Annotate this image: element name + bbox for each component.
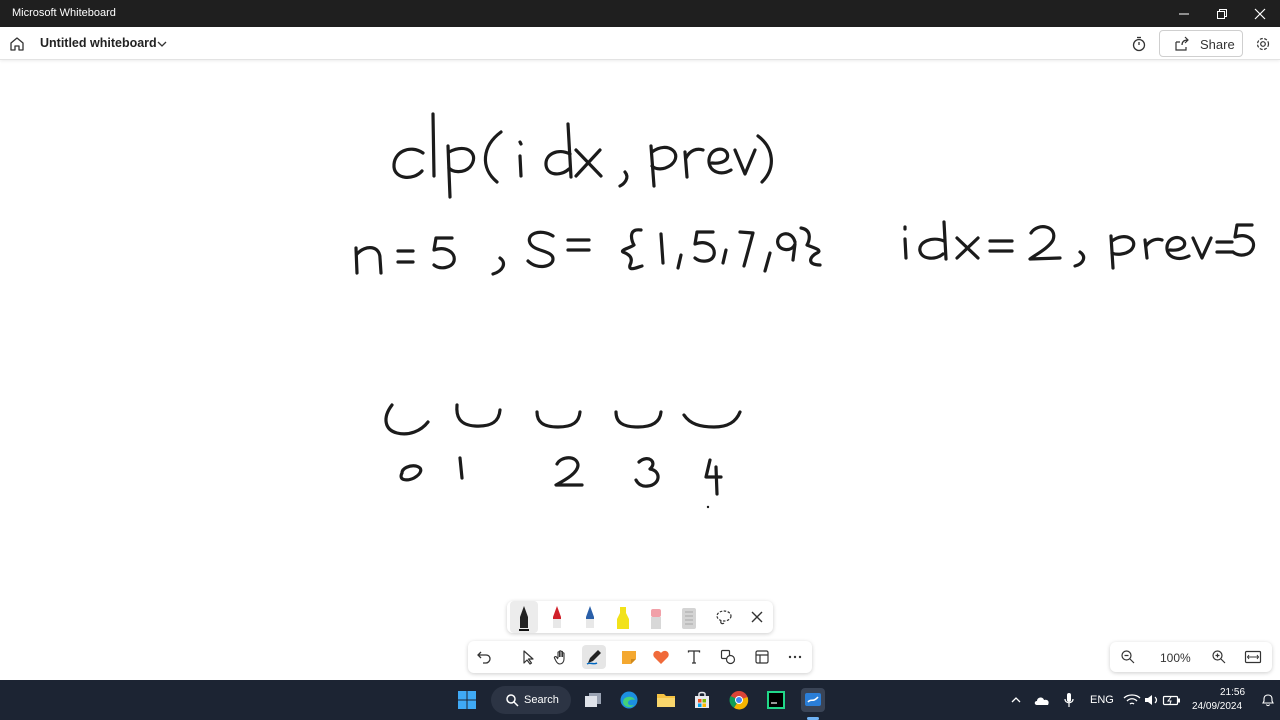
ink-layer xyxy=(354,112,1256,509)
microphone-icon[interactable] xyxy=(1057,688,1081,712)
eraser-tool[interactable] xyxy=(642,601,670,633)
blue-pen-tool[interactable] xyxy=(576,601,604,633)
more-icon[interactable] xyxy=(783,645,807,669)
window-title: Microsoft Whiteboard xyxy=(12,7,116,19)
chrome-icon[interactable] xyxy=(727,688,751,712)
ink-set-definition xyxy=(354,226,822,276)
zoom-in-icon[interactable] xyxy=(1211,649,1227,665)
cloud-icon[interactable] xyxy=(1030,688,1054,712)
chevron-down-icon[interactable] xyxy=(156,38,168,50)
zoom-out-icon[interactable] xyxy=(1120,649,1136,665)
whiteboard-canvas[interactable] xyxy=(0,60,1280,680)
ink-array-slots xyxy=(384,403,742,436)
pen-tray xyxy=(507,601,773,633)
reaction-icon[interactable] xyxy=(649,645,673,669)
fit-icon[interactable] xyxy=(1244,649,1262,665)
minimize-button[interactable] xyxy=(1164,0,1204,27)
clion-icon[interactable] xyxy=(764,688,788,712)
window-titlebar: Microsoft Whiteboard xyxy=(0,0,1280,27)
start-icon[interactable] xyxy=(455,688,479,712)
file-explorer-icon[interactable] xyxy=(654,688,678,712)
search-icon xyxy=(505,693,519,707)
close-window-button[interactable] xyxy=(1240,0,1280,27)
clock-date[interactable]: 24/09/2024 xyxy=(1192,701,1242,712)
taskbar-search[interactable]: Search xyxy=(491,686,571,714)
close-tray-icon[interactable] xyxy=(745,605,769,629)
chevron-up-icon[interactable] xyxy=(1004,688,1028,712)
red-pen-tool[interactable] xyxy=(543,601,571,633)
timer-icon[interactable] xyxy=(1130,35,1148,53)
ink-indices xyxy=(399,456,723,509)
clock-time[interactable]: 21:56 xyxy=(1220,687,1245,698)
share-label: Share xyxy=(1200,37,1235,52)
home-icon[interactable] xyxy=(8,35,26,53)
zoom-level: 100% xyxy=(1160,651,1191,665)
taskbar: Search ENG 21:56 24/09/2024 xyxy=(0,680,1280,720)
lasso-icon[interactable] xyxy=(712,605,736,629)
text-icon[interactable] xyxy=(682,645,706,669)
battery-icon[interactable] xyxy=(1160,688,1184,712)
document-title[interactable]: Untitled whiteboard xyxy=(40,36,157,50)
pen-icon[interactable] xyxy=(582,645,606,669)
ink-parameters xyxy=(903,220,1256,270)
app-header: Untitled whiteboard Share xyxy=(0,27,1280,60)
language-indicator[interactable]: ENG xyxy=(1090,694,1114,706)
ink-dp-heading xyxy=(392,112,773,199)
share-button[interactable]: Share xyxy=(1159,30,1243,57)
zoom-controls: 100% xyxy=(1110,642,1272,672)
hand-icon[interactable] xyxy=(549,645,573,669)
template-icon[interactable] xyxy=(750,645,774,669)
black-pen-tool[interactable] xyxy=(510,601,538,633)
whiteboard-app-icon[interactable] xyxy=(801,688,825,712)
gear-icon[interactable] xyxy=(1254,35,1272,53)
undo-icon[interactable] xyxy=(472,645,496,669)
edge-icon[interactable] xyxy=(617,688,641,712)
search-label: Search xyxy=(524,694,559,706)
store-icon[interactable] xyxy=(690,688,714,712)
main-toolbar xyxy=(468,641,812,673)
highlighter-tool[interactable] xyxy=(609,601,637,633)
shapes-icon[interactable] xyxy=(716,645,740,669)
ruler-tool[interactable] xyxy=(675,601,703,633)
task-view-icon[interactable] xyxy=(581,688,605,712)
sticky-note-icon[interactable] xyxy=(617,645,641,669)
select-icon[interactable] xyxy=(516,645,540,669)
notification-icon[interactable] xyxy=(1256,688,1280,712)
share-icon xyxy=(1174,36,1190,52)
restore-button[interactable] xyxy=(1202,0,1242,27)
